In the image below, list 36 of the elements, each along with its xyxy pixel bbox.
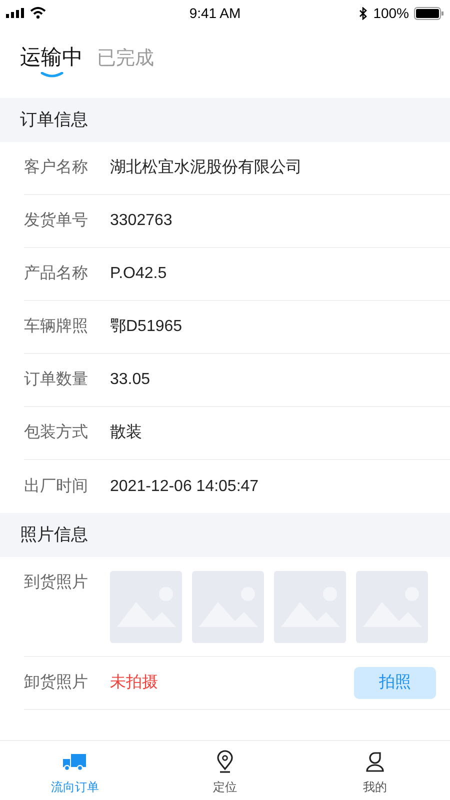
field-value: P.O42.5 [110,264,167,284]
nav-tab[interactable]: 我的 [300,741,450,800]
field-label: 到货照片 [24,572,89,593]
battery-icon [414,6,444,20]
section-title: 订单信息 [20,109,88,132]
image-placeholder-icon[interactable] [110,571,182,643]
field-label: 订单数量 [24,370,89,390]
image-placeholder-icon[interactable] [274,571,346,643]
image-placeholder-icon[interactable] [356,571,428,643]
nav-tab[interactable]: 定位 [150,741,300,800]
field-label: 客户名称 [24,158,89,178]
wifi-icon [30,7,46,19]
field-label: 产品名称 [24,264,89,284]
status-time: 9:41 AM [189,4,241,20]
tab-indicator [40,72,64,78]
field-label: 卸货照片 [24,672,89,693]
field-value: 2021-12-06 14:05:47 [110,476,259,496]
field-label: 出厂时间 [24,476,89,496]
signal-icon [6,8,26,18]
location-pin-icon [216,750,234,774]
section-title: 照片信息 [20,524,88,546]
battery-percent: 100% [373,4,409,22]
field-label: 包装方式 [24,422,89,443]
bluetooth-icon [359,6,368,20]
field-label: 车辆牌照 [24,316,89,337]
person-icon [365,751,385,773]
tab[interactable]: 运输中 [20,44,83,78]
truck-icon [62,752,88,772]
field-value: 散装 [110,422,142,443]
image-placeholder-icon[interactable] [192,571,264,643]
field-label: 发货单号 [24,211,89,231]
field-value: 33.05 [110,370,150,390]
field-value: 鄂D51965 [110,317,182,337]
field-value: 3302763 [110,211,172,231]
field-value: 湖北松宜水泥股份有限公司 [110,158,302,178]
status-text: 未拍摄 [110,672,158,693]
